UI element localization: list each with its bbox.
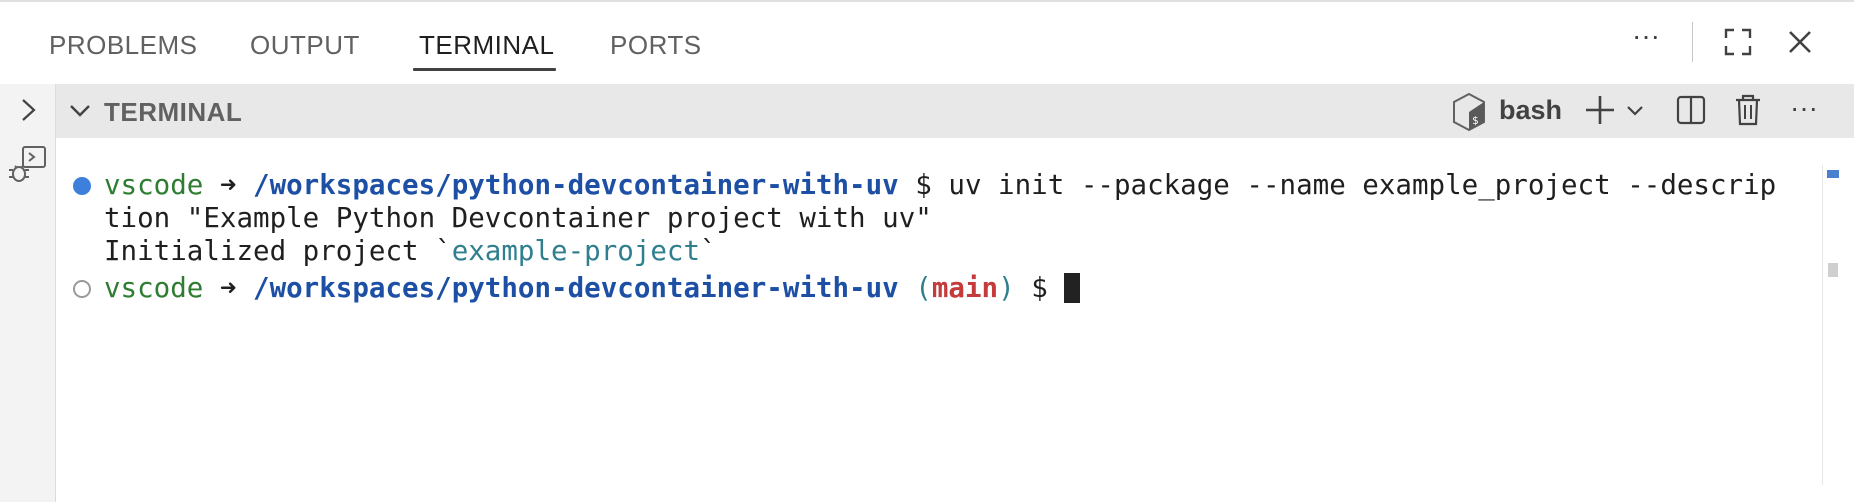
branch-paren: ): [998, 272, 1015, 304]
maximize-panel-icon[interactable]: [1724, 28, 1752, 56]
command-pending-decoration[interactable]: [73, 280, 91, 298]
prompt-symbol: $: [898, 169, 949, 201]
terminal-line: vscode ➜ /workspaces/python-devcontainer…: [104, 272, 1081, 304]
chevron-down-icon[interactable]: [1626, 104, 1644, 118]
terminal-line: vscode ➜ /workspaces/python-devcontainer…: [104, 169, 1776, 201]
prompt-user: vscode: [104, 272, 204, 304]
branch-paren: (: [898, 272, 932, 304]
command-text: uv init --package --name example_project…: [948, 169, 1777, 201]
output-text: Initialized project `: [104, 235, 452, 267]
prompt-arrow: ➜: [203, 272, 254, 304]
panel-header: PROBLEMS OUTPUT TERMINAL PORTS: [0, 2, 1854, 84]
toolbar-divider: [1692, 22, 1693, 62]
prompt-path: /workspaces/python-devcontainer-with-uv: [253, 169, 899, 201]
chevron-right-icon[interactable]: [17, 97, 39, 123]
project-name: example-project: [451, 235, 701, 267]
debug-console-icon[interactable]: [5, 144, 49, 184]
terminal-line: Initialized project `example-project`: [104, 235, 717, 267]
prompt-symbol: $: [1014, 272, 1065, 304]
section-title[interactable]: TERMINAL: [104, 97, 242, 128]
tab-terminal[interactable]: TERMINAL: [419, 30, 554, 61]
tab-output[interactable]: OUTPUT: [250, 30, 360, 61]
chevron-down-icon[interactable]: [68, 100, 92, 122]
command-success-decoration[interactable]: [73, 177, 91, 195]
prompt-user: vscode: [104, 169, 204, 201]
bash-shell-icon: $: [1453, 92, 1485, 132]
active-tab-indicator: [413, 68, 556, 71]
tab-ports[interactable]: PORTS: [610, 30, 702, 61]
close-panel-icon[interactable]: [1786, 28, 1814, 56]
terminal-scrollbar[interactable]: [1822, 165, 1843, 485]
git-branch: main: [931, 272, 999, 304]
kill-terminal-icon[interactable]: [1733, 93, 1763, 127]
shell-label[interactable]: bash: [1499, 95, 1562, 126]
terminal-line: tion "Example Python Devcontainer projec…: [104, 202, 932, 234]
more-actions-icon[interactable]: ···: [1628, 20, 1664, 51]
tab-problems[interactable]: PROBLEMS: [49, 30, 198, 61]
prompt-arrow: ➜: [203, 169, 254, 201]
scrollbar-thumb[interactable]: [1828, 263, 1838, 277]
output-text: `: [700, 235, 717, 267]
more-actions-icon[interactable]: ···: [1786, 92, 1822, 123]
prompt-path: /workspaces/python-devcontainer-with-uv: [253, 272, 899, 304]
new-terminal-icon[interactable]: [1584, 94, 1616, 126]
svg-text:$: $: [1472, 114, 1479, 127]
split-terminal-icon[interactable]: [1676, 95, 1706, 125]
terminal-cursor: [1064, 273, 1081, 303]
scrollbar-overview-marker: [1827, 170, 1839, 178]
